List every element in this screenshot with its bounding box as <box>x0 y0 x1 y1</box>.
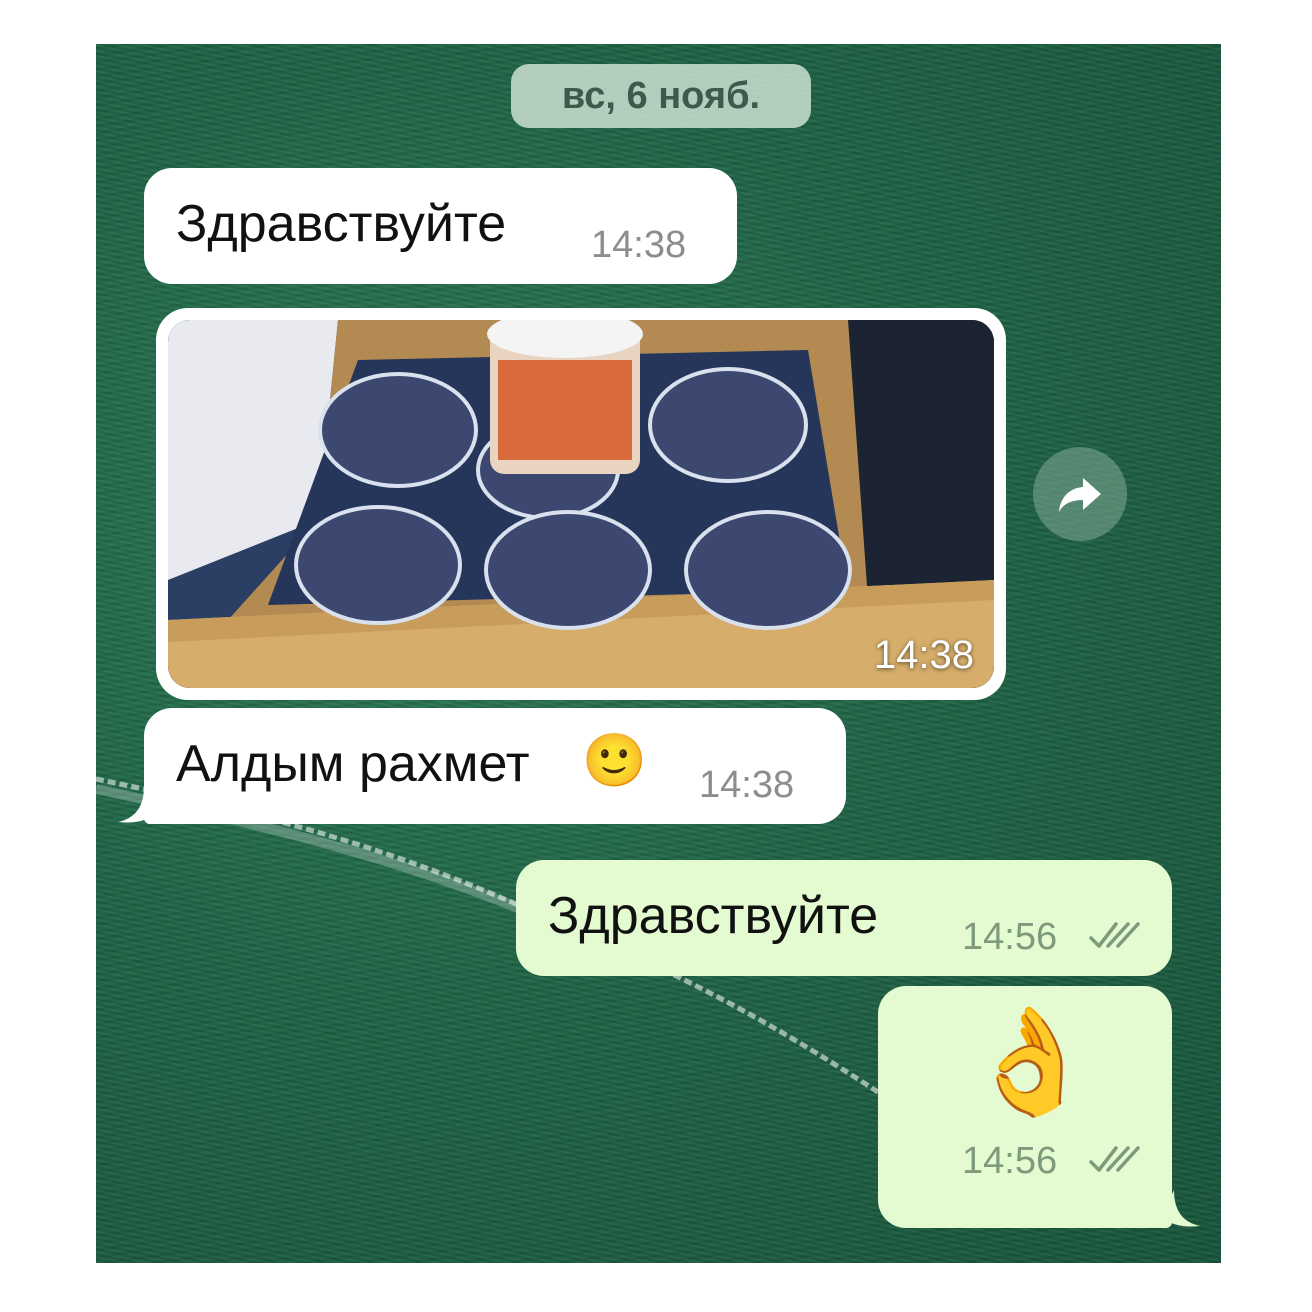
incoming-message[interactable]: Здравствуйте 14:38 <box>144 168 737 284</box>
message-time: 14:38 <box>873 633 974 677</box>
message-text: Здравствуйте <box>176 195 507 253</box>
ok-hand-emoji: 👌 <box>966 1004 1096 1120</box>
box-of-jars-image <box>168 320 994 688</box>
date-separator: вс, 6 нояб. <box>511 64 811 128</box>
message-time: 14:56 <box>962 916 1058 958</box>
forward-icon <box>1059 478 1101 512</box>
double-check-icon <box>1089 1146 1140 1172</box>
message-time: 14:56 <box>962 1140 1058 1182</box>
photo-message[interactable]: 14:38 <box>156 308 1006 700</box>
message-time: 14:38 <box>699 764 795 806</box>
message-text: Здравствуйте <box>548 887 879 945</box>
message-text: Алдым рахмет <box>176 735 530 793</box>
message-time: 14:38 <box>591 224 687 266</box>
forward-button[interactable] <box>1033 447 1127 541</box>
bubble-tail <box>118 786 156 823</box>
smile-emoji: 🙂 <box>582 732 647 790</box>
chat-area[interactable]: вс, 6 нояб. Здравствуйте 14:38 14:38 Алд… <box>96 44 1221 1263</box>
outgoing-message[interactable]: 👌 14:56 <box>878 986 1172 1228</box>
incoming-message[interactable]: Алдым рахмет 🙂 14:38 <box>144 708 846 824</box>
outgoing-message[interactable]: Здравствуйте 14:56 <box>516 860 1172 976</box>
bubble-tail <box>1162 1190 1200 1227</box>
double-check-icon <box>1089 922 1140 948</box>
photo-image[interactable] <box>168 320 994 688</box>
